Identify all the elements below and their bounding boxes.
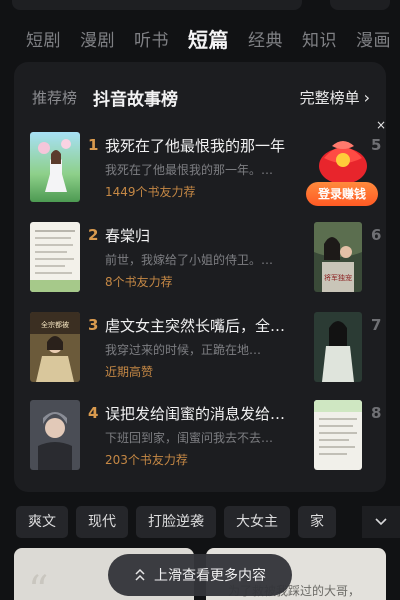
chip-face-slap[interactable]: 打脸逆袭 xyxy=(136,506,216,538)
scroll-more-hint[interactable]: 上滑查看更多内容 xyxy=(108,554,292,596)
book-title[interactable]: 我死在了他最恨我的那一年 xyxy=(105,135,310,156)
expand-chips-button[interactable] xyxy=(362,506,400,538)
full-list-link[interactable]: 完整榜单 xyxy=(300,87,360,108)
chip-family[interactable]: 家 xyxy=(298,506,336,538)
book-cover[interactable] xyxy=(30,400,80,470)
next-column-rank: 8 xyxy=(371,404,382,422)
tab-knowledge[interactable]: 知识 xyxy=(302,26,337,51)
tab-manga[interactable]: 漫画 xyxy=(356,26,391,51)
book-title[interactable]: 虐文女主突然长嘴后，全… xyxy=(105,315,310,336)
book-description: 我死在了他最恨我的那一年。… xyxy=(105,163,274,177)
book-description: 前世，我嫁给了小姐的侍卫。… xyxy=(105,253,274,267)
rank-number: 4 xyxy=(88,404,99,422)
double-chevron-up-icon xyxy=(135,568,145,581)
red-envelope-gift-icon xyxy=(319,141,367,184)
rank-number: 1 xyxy=(88,136,99,154)
book-cover[interactable] xyxy=(30,132,80,202)
chip-heroine[interactable]: 大女主 xyxy=(224,506,290,538)
scroll-more-label: 上滑查看更多内容 xyxy=(154,568,266,584)
book-cover[interactable] xyxy=(314,400,362,470)
chevron-down-icon xyxy=(375,518,387,526)
top-action-partial[interactable] xyxy=(330,0,390,10)
chip-shuangwen[interactable]: 爽文 xyxy=(16,506,68,538)
book-description: 我穿过来的时候，正跪在地… xyxy=(105,343,262,357)
tab-audiobook[interactable]: 听书 xyxy=(134,26,169,51)
login-earn-promo[interactable]: × 登录赚钱 xyxy=(306,118,386,210)
close-icon[interactable]: × xyxy=(376,118,386,132)
ranking-item[interactable]: 全宗都被 3 虐文女主突然长嘴后，全… 我穿过来的时候，正跪在地… 近期高赞 7 xyxy=(30,312,386,384)
recommend-ranking-tab[interactable]: 推荐榜 xyxy=(32,87,77,108)
cover-title: 将军独宠 xyxy=(324,273,352,282)
book-description: 下班回到家，闺蜜问我去不去… xyxy=(105,431,274,445)
chip-modern[interactable]: 现代 xyxy=(76,506,128,538)
book-cover[interactable]: 将军独宠 xyxy=(314,222,362,292)
category-tabs: 短剧 漫剧 听书 短篇 经典 知识 漫画 xyxy=(0,22,400,54)
ranking-item[interactable]: 4 误把发给闺蜜的消息发给… 下班回到家，闺蜜问我去不去… 203个书友力荐 8 xyxy=(30,400,386,472)
tab-short-drama[interactable]: 短剧 xyxy=(26,26,61,51)
chevron-right-icon: › xyxy=(363,87,370,107)
svg-text:“: “ xyxy=(28,568,48,600)
next-column-rank: 7 xyxy=(371,316,382,334)
genre-filter-chips: 爽文 现代 打脸逆袭 大女主家 xyxy=(16,506,400,538)
cover-title: 全宗都被 xyxy=(41,320,69,329)
login-earn-button[interactable]: 登录赚钱 xyxy=(306,182,378,206)
tab-short-story[interactable]: 短篇 xyxy=(188,24,229,53)
book-cover[interactable] xyxy=(314,312,362,382)
ranking-item[interactable]: 2 春棠归 前世，我嫁给了小姐的侍卫。… 8个书友力荐 将军独宠 6 xyxy=(30,222,386,294)
tab-comic-drama[interactable]: 漫剧 xyxy=(80,26,115,51)
recommend-count: 1449个书友力荐 xyxy=(105,185,196,199)
search-bar-partial[interactable] xyxy=(12,0,302,10)
book-title[interactable]: 春棠归 xyxy=(105,225,310,246)
recommend-count: 203个书友力荐 xyxy=(105,453,188,467)
rank-number: 2 xyxy=(88,226,99,244)
rank-number: 3 xyxy=(88,316,99,334)
tab-classics[interactable]: 经典 xyxy=(248,26,283,51)
book-cover[interactable]: 全宗都被 xyxy=(30,312,80,382)
book-cover[interactable] xyxy=(30,222,80,292)
next-column-rank: 6 xyxy=(371,226,382,244)
book-title[interactable]: 误把发给闺蜜的消息发给… xyxy=(105,403,310,424)
recommend-count: 8个书友力荐 xyxy=(105,275,173,289)
douyin-story-ranking-title[interactable]: 抖音故事榜 xyxy=(93,85,178,110)
recommend-count: 近期高赞 xyxy=(105,365,154,379)
ranking-header: 推荐榜 抖音故事榜 完整榜单 › xyxy=(32,84,370,110)
